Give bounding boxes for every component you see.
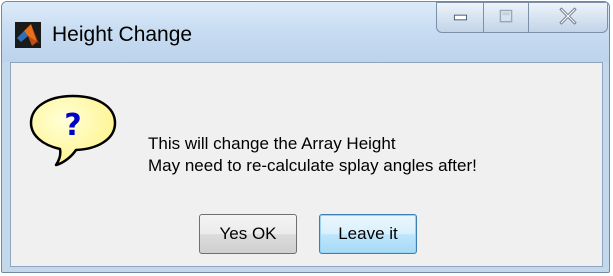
maximize-button[interactable] (483, 2, 529, 33)
leave-it-button[interactable]: Leave it (319, 214, 417, 254)
dialog-body: ? This will change the Array Height May … (10, 62, 603, 267)
matlab-icon (15, 22, 41, 48)
window-title: Height Change (52, 23, 193, 46)
dialog-window: Height Change ? This will change the Arr… (1, 1, 610, 273)
question-icon: ? (29, 94, 117, 167)
dialog-message: This will change the Array Height May ne… (148, 133, 477, 177)
message-line-2: May need to re-calculate splay angles af… (148, 156, 477, 175)
svg-text:?: ? (64, 108, 81, 143)
close-icon (559, 7, 577, 25)
yes-ok-button[interactable]: Yes OK (199, 214, 297, 254)
title-bar[interactable]: Height Change (2, 2, 609, 62)
close-button[interactable] (528, 2, 608, 33)
maximize-icon (499, 9, 513, 23)
minimize-icon (453, 14, 468, 21)
message-line-1: This will change the Array Height (148, 134, 396, 153)
minimize-button[interactable] (436, 2, 484, 33)
